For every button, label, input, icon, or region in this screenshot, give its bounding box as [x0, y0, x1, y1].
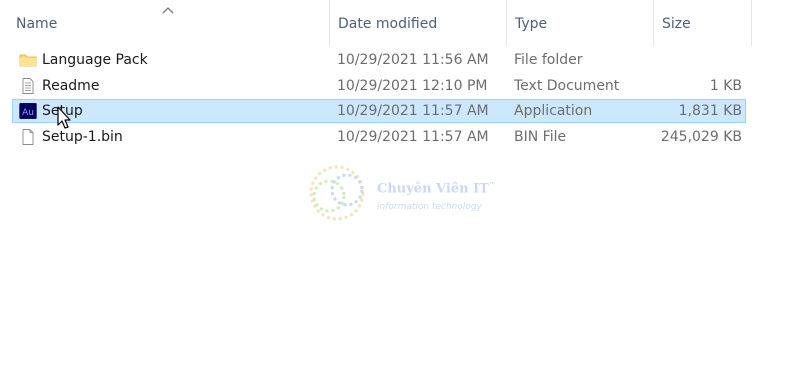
audition-app-icon: Au	[19, 103, 37, 119]
column-header-type[interactable]: Type	[506, 0, 653, 46]
watermark-subtitle: information technology	[377, 202, 482, 212]
file-date-modified: 10/29/2021 11:56 AM	[337, 52, 489, 68]
column-header-size[interactable]: Size	[653, 0, 751, 46]
file-type: BIN File	[514, 129, 567, 145]
watermark-title: Chuyên Viên IT™	[377, 180, 496, 197]
file-date-modified: 10/29/2021 12:10 PM	[337, 78, 488, 94]
file-size: 245,029 KB	[660, 129, 742, 145]
text-document-icon	[22, 78, 34, 94]
column-header-date-label: Date modified	[338, 16, 438, 32]
file-explorer-list-view: Name Date modified Type Size Language Pa…	[0, 0, 800, 385]
watermark-logo: Chuyên Viên IT™ information technology	[303, 162, 503, 224]
file-row-setup-1-bin[interactable]: Setup-1.bin 10/29/2021 11:57 AM BIN File…	[12, 125, 746, 149]
column-header-name-label: Name	[16, 16, 58, 32]
column-header-size-label: Size	[662, 16, 691, 32]
file-size: 1,831 KB	[678, 103, 742, 119]
file-row-setup[interactable]: Au Setup 10/29/2021 11:57 AM Application…	[12, 99, 746, 123]
file-row-readme[interactable]: Readme 10/29/2021 12:10 PM Text Document…	[12, 74, 746, 98]
blank-file-icon	[22, 129, 34, 145]
column-header-row: Name Date modified Type Size	[0, 0, 800, 46]
file-type: Application	[514, 103, 593, 119]
file-name: Language Pack	[42, 52, 148, 68]
column-header-type-label: Type	[515, 16, 548, 32]
svg-text:Au: Au	[22, 108, 34, 118]
file-size: 1 KB	[709, 78, 742, 94]
column-divider[interactable]	[751, 0, 752, 46]
file-date-modified: 10/29/2021 11:57 AM	[337, 129, 489, 145]
file-type: Text Document	[514, 78, 620, 94]
file-row-language-pack[interactable]: Language Pack 10/29/2021 11:56 AM File f…	[12, 48, 746, 72]
file-date-modified: 10/29/2021 11:57 AM	[337, 103, 489, 119]
file-name: Readme	[42, 78, 100, 94]
watermark-emblem-icon	[309, 165, 365, 221]
file-type: File folder	[514, 52, 583, 68]
folder-icon	[19, 54, 37, 67]
column-header-date-modified[interactable]: Date modified	[329, 0, 506, 46]
sort-ascending-icon	[162, 7, 174, 14]
file-name: Setup-1.bin	[42, 129, 123, 145]
mouse-pointer-icon	[57, 106, 71, 129]
